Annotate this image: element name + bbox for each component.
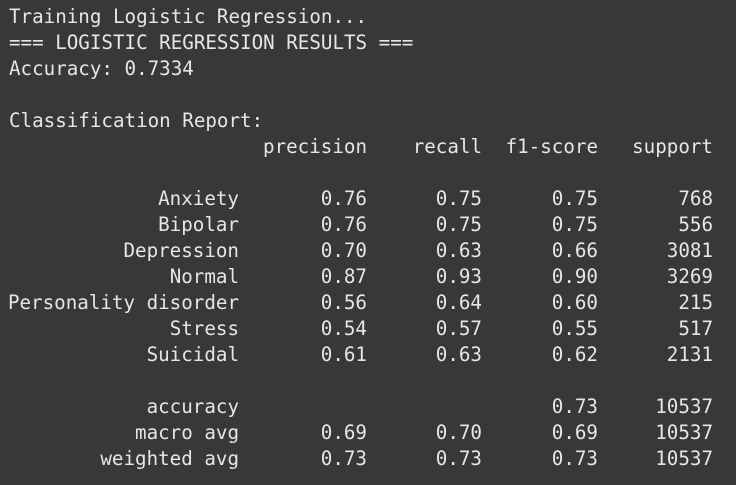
row-recall: 0.75 — [435, 213, 482, 236]
row-precision: 0.56 — [320, 291, 367, 314]
summary-support: 10537 — [655, 421, 713, 444]
summary-support: 10537 — [655, 395, 713, 418]
results-heading-line: === LOGISTIC REGRESSION RESULTS === — [9, 31, 414, 54]
row-recall: 0.63 — [435, 343, 482, 366]
row-recall: 0.93 — [435, 265, 482, 288]
row-f1-score: 0.62 — [551, 343, 598, 366]
row-f1-score: 0.66 — [551, 239, 598, 262]
summary-precision: 0.73 — [320, 447, 367, 470]
summary-f1-score: 0.69 — [551, 421, 598, 444]
summary-recall: 0.70 — [435, 421, 482, 444]
row-support: 517 — [678, 317, 713, 340]
summary-f1-score: 0.73 — [551, 447, 598, 470]
row-f1-score: 0.60 — [551, 291, 598, 314]
row-f1-score: 0.55 — [551, 317, 598, 340]
row-recall: 0.64 — [435, 291, 482, 314]
summary-label: macro avg — [135, 421, 239, 444]
row-precision: 0.76 — [320, 187, 367, 210]
summary-f1-score: 0.73 — [551, 395, 598, 418]
row-precision: 0.54 — [320, 317, 367, 340]
summary-label: accuracy — [146, 395, 239, 418]
row-precision: 0.76 — [320, 213, 367, 236]
row-recall: 0.57 — [435, 317, 482, 340]
header-f1-score: f1-score — [505, 135, 598, 158]
header-recall: recall — [412, 135, 482, 158]
row-support: 556 — [678, 213, 713, 236]
row-precision: 0.70 — [320, 239, 367, 262]
row-support: 2131 — [666, 343, 713, 366]
row-support: 3081 — [666, 239, 713, 262]
row-recall: 0.75 — [435, 187, 482, 210]
row-f1-score: 0.90 — [551, 265, 598, 288]
header-precision: precision — [263, 135, 367, 158]
row-label: Personality disorder — [7, 291, 239, 314]
summary-support: 10537 — [655, 447, 713, 470]
training-status-line: Training Logistic Regression... — [9, 5, 368, 28]
row-support: 768 — [678, 187, 713, 210]
classification-report-title: Classification Report: — [9, 109, 264, 132]
summary-label: weighted avg — [100, 447, 239, 470]
summary-recall — [367, 394, 482, 420]
row-precision: 0.61 — [320, 343, 367, 366]
header-support: support — [632, 135, 713, 158]
row-f1-score: 0.75 — [551, 213, 598, 236]
summary-precision: 0.69 — [320, 421, 367, 444]
row-label: Depression — [123, 239, 239, 262]
row-label: Bipolar — [158, 213, 239, 236]
row-support: 3269 — [666, 265, 713, 288]
row-label: Anxiety — [158, 187, 239, 210]
row-label: Normal — [169, 265, 239, 288]
row-recall: 0.63 — [435, 239, 482, 262]
accuracy-line: Accuracy: 0.7334 — [9, 57, 194, 80]
row-label: Stress — [169, 317, 239, 340]
row-precision: 0.87 — [320, 265, 367, 288]
row-support: 215 — [678, 291, 713, 314]
row-label: Suicidal — [146, 343, 239, 366]
summary-recall: 0.73 — [435, 447, 482, 470]
row-f1-score: 0.75 — [551, 187, 598, 210]
console-output: Training Logistic Regression... === LOGI… — [0, 0, 736, 485]
summary-precision — [250, 394, 367, 420]
